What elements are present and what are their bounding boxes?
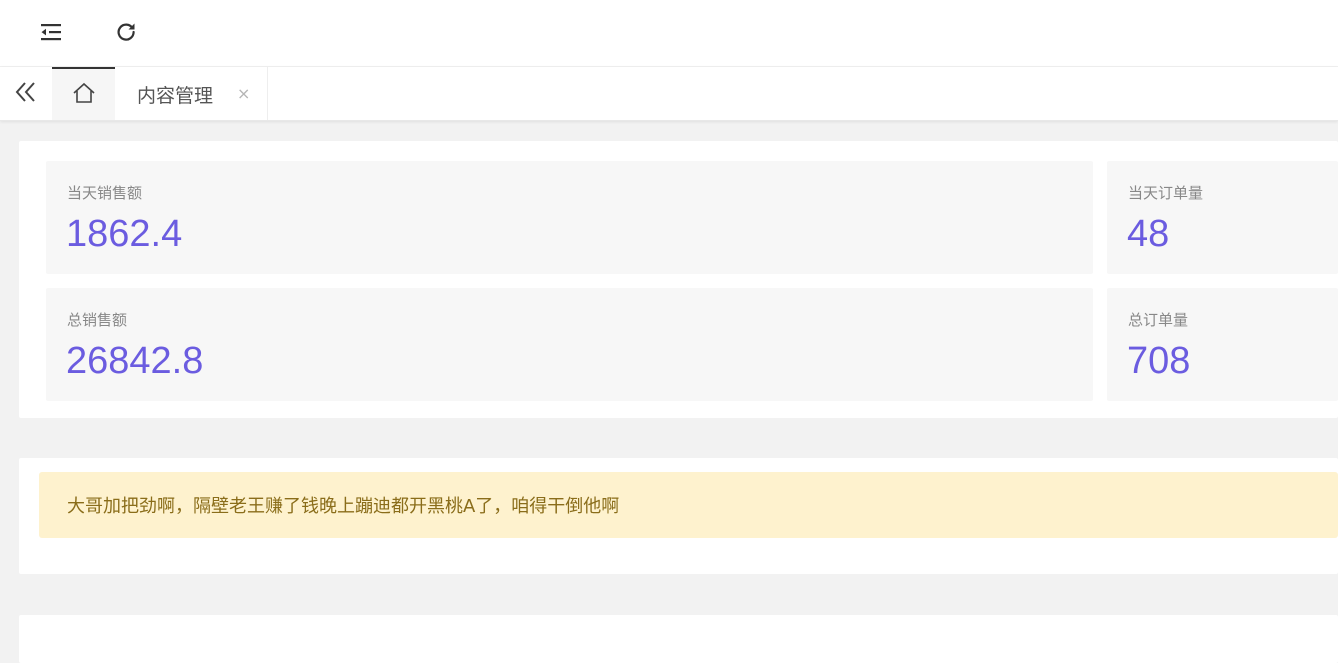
close-icon[interactable]: × — [237, 84, 250, 103]
home-icon — [72, 82, 96, 108]
refresh-button[interactable] — [110, 18, 142, 50]
stat-value: 708 — [1127, 340, 1191, 382]
tab-content-management[interactable]: 内容管理 × — [115, 67, 268, 120]
tabs-bar: 内容管理 × — [0, 67, 1338, 121]
refresh-icon — [115, 21, 137, 47]
indent-menu-icon — [40, 22, 62, 46]
double-chevron-left-icon — [14, 81, 38, 107]
stat-title: 当天销售额 — [67, 184, 143, 202]
stat-total-orders: 总订单量 708 — [1107, 288, 1338, 401]
stat-title: 总销售额 — [67, 311, 128, 329]
stat-value: 1862.4 — [66, 213, 183, 255]
notice-banner: 大哥加把劲啊，隔壁老王赚了钱晚上蹦迪都开黑桃A了，咱得干倒他啊 — [39, 472, 1338, 538]
stat-today-orders: 当天订单量 48 — [1107, 161, 1338, 274]
content-card — [19, 615, 1338, 663]
stats-card: 当天销售额 1862.4 当天订单量 48 总销售额 26842.8 总订单量 … — [19, 141, 1338, 418]
stat-title: 当天订单量 — [1128, 184, 1204, 202]
stat-today-sales: 当天销售额 1862.4 — [46, 161, 1093, 274]
stat-value: 48 — [1127, 213, 1170, 255]
stat-value: 26842.8 — [66, 340, 204, 382]
tabs-scroll-left-button[interactable] — [0, 67, 52, 120]
stat-total-sales: 总销售额 26842.8 — [46, 288, 1093, 401]
top-header — [0, 0, 1338, 67]
notice-text: 大哥加把劲啊，隔壁老王赚了钱晚上蹦迪都开黑桃A了，咱得干倒他啊 — [67, 496, 620, 517]
stat-title: 总订单量 — [1128, 311, 1189, 329]
menu-toggle-button[interactable] — [35, 18, 67, 50]
tab-home[interactable] — [52, 67, 115, 120]
tab-label: 内容管理 — [137, 85, 214, 107]
